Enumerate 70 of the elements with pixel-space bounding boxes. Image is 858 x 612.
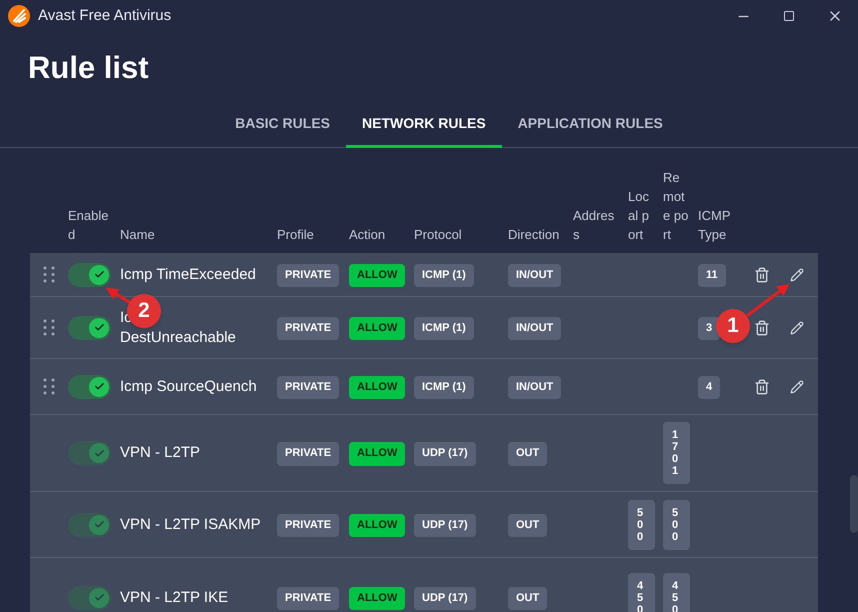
action-badge: ALLOW (349, 442, 406, 466)
drag-handle-icon[interactable] (43, 319, 55, 336)
protocol-badge: ICMP (1) (414, 264, 474, 288)
check-icon (89, 443, 109, 463)
edit-icon[interactable] (790, 380, 804, 394)
profile-badge: PRIVATE (277, 514, 340, 538)
protocol-badge: ICMP (1) (414, 376, 474, 400)
profile-badge: PRIVATE (277, 264, 340, 288)
protocol-badge: UDP (17) (414, 586, 476, 610)
icmp-type-badge: 11 (698, 264, 726, 288)
direction-badge: IN/OUT (508, 376, 562, 400)
column-header: Profile (277, 226, 315, 244)
toggle-switch[interactable] (68, 374, 111, 398)
column-header: Address (573, 207, 616, 244)
direction-badge: OUT (508, 442, 548, 466)
action-badge: ALLOW (349, 376, 406, 400)
check-icon (89, 318, 109, 338)
page-title: Rule list (28, 52, 150, 83)
delete-icon[interactable] (754, 378, 770, 394)
column-header: Enabled (68, 207, 110, 244)
scrollbar-thumb[interactable] (850, 475, 858, 533)
rule-name: Icmp SourceQuench (120, 376, 258, 396)
protocol-badge: UDP (17) (414, 442, 476, 466)
column-header: Action (349, 226, 386, 244)
column-header: Protocol (414, 226, 463, 244)
tab[interactable]: BASIC RULES (219, 113, 346, 148)
drag-handle-icon[interactable] (43, 378, 55, 395)
profile-badge: PRIVATE (277, 316, 340, 340)
action-badge: ALLOW (349, 586, 406, 610)
rule-name: Icmp TimeExceeded (120, 264, 257, 284)
column-header: ICMP Type (698, 207, 732, 244)
profile-badge: PRIVATE (277, 442, 340, 466)
direction-badge: OUT (508, 586, 548, 610)
toggle-switch[interactable] (68, 316, 111, 340)
port-badge: 1701 (663, 422, 690, 484)
check-icon (89, 376, 109, 396)
action-badge: ALLOW (349, 514, 406, 538)
tab[interactable]: NETWORK RULES (346, 113, 502, 148)
profile-badge: PRIVATE (277, 586, 340, 610)
check-icon (89, 588, 109, 608)
protocol-badge: UDP (17) (414, 514, 476, 538)
direction-badge: IN/OUT (508, 264, 562, 288)
maximize-icon[interactable] (783, 10, 795, 22)
column-header: Local port (628, 188, 650, 244)
direction-badge: IN/OUT (508, 316, 562, 340)
port-badge: 500 (663, 500, 690, 550)
shield-logo-icon (8, 5, 30, 27)
check-icon (89, 514, 109, 534)
column-header: Remote port (663, 169, 689, 244)
toggle-switch[interactable] (68, 262, 111, 286)
rule-name: VPN - L2TP (120, 443, 202, 463)
port-badge: 500 (628, 500, 655, 550)
delete-icon[interactable] (754, 320, 770, 336)
column-header: Direction (508, 226, 560, 244)
window-title: Avast Free Antivirus (38, 6, 172, 26)
action-badge: ALLOW (349, 316, 406, 340)
check-icon (89, 264, 109, 284)
icmp-type-badge: 4 (698, 376, 720, 400)
rule-name: VPN - L2TP IKE (120, 588, 230, 608)
profile-badge: PRIVATE (277, 376, 340, 400)
drag-handle-icon[interactable] (43, 266, 55, 283)
protocol-badge: ICMP (1) (414, 316, 474, 340)
rule-name: VPN - L2TP ISAKMP (120, 514, 262, 534)
delete-icon[interactable] (754, 266, 770, 282)
edit-icon[interactable] (790, 268, 804, 282)
direction-badge: OUT (508, 514, 548, 538)
tab[interactable]: APPLICATION RULES (502, 113, 679, 148)
column-header: Name (120, 226, 156, 244)
action-badge: ALLOW (349, 264, 406, 288)
edit-icon[interactable] (790, 320, 804, 334)
